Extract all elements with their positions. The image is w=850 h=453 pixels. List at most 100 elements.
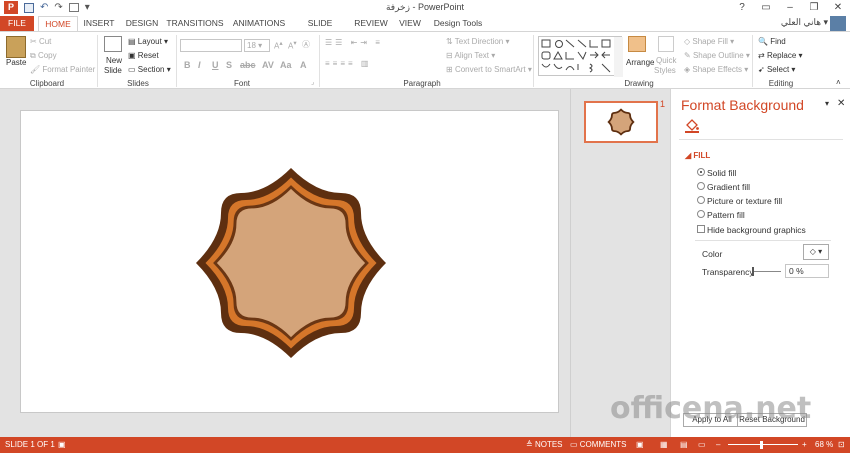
font-dialog-launcher[interactable]: ⌟ — [311, 78, 314, 86]
radio-pattern-fill[interactable] — [697, 210, 705, 218]
pane-title: Format Background — [681, 97, 804, 113]
normal-view-icon[interactable]: ▣ — [636, 440, 644, 449]
tab-view[interactable]: VIEW — [396, 16, 424, 31]
change-case-icon[interactable]: Aa — [280, 60, 292, 70]
notes-button[interactable]: ≜ NOTES — [526, 440, 563, 449]
pane-options-icon[interactable]: ▾ — [825, 99, 829, 108]
paste-button[interactable]: Paste — [6, 58, 26, 67]
list-buttons[interactable]: ☰☰ ⇤⇥ ≡ — [325, 38, 383, 47]
radio-solid-fill[interactable] — [697, 168, 705, 176]
comments-button[interactable]: ▭ COMMENTS — [570, 440, 626, 449]
strikethrough-icon[interactable]: abc — [240, 60, 256, 70]
tab-animations[interactable]: ANIMATIONS — [230, 16, 288, 31]
font-grow-icon[interactable]: A▴ — [274, 39, 283, 51]
fill-tab-paint-bucket-icon[interactable] — [685, 119, 699, 133]
radio-gradient-fill[interactable] — [697, 182, 705, 190]
tab-slide-show[interactable]: SLIDE SHOW — [294, 16, 346, 43]
slideshow-view-icon[interactable]: ▭ — [698, 440, 706, 449]
option-picture-fill[interactable]: Picture or texture fill — [707, 196, 782, 206]
user-name[interactable]: هاني العلي ▾ — [781, 17, 828, 28]
section-button[interactable]: ▭ Section ▾ — [128, 65, 171, 74]
save-icon[interactable] — [24, 2, 34, 13]
slide-thumbnail[interactable] — [584, 101, 658, 143]
ribbon-display-button[interactable]: ▭ — [754, 0, 778, 16]
undo-icon[interactable]: ↶ — [40, 2, 48, 14]
clear-format-icon[interactable]: Ⓐ — [302, 39, 310, 50]
tab-insert[interactable]: INSERT — [80, 16, 118, 31]
layout-button[interactable]: ▤ Layout ▾ — [128, 37, 168, 46]
cut-button[interactable]: ✂ Cut — [30, 37, 51, 46]
zoom-level[interactable]: 68 % — [815, 440, 833, 449]
close-button[interactable]: ✕ — [826, 0, 850, 16]
zoom-out-icon[interactable]: – — [716, 440, 720, 449]
reset-button[interactable]: ▣ Reset — [128, 51, 159, 60]
text-direction-button[interactable]: ⇅ Text Direction ▾ — [446, 37, 510, 46]
hide-graphics-label[interactable]: Hide background graphics — [707, 225, 806, 235]
minimize-button[interactable]: – — [778, 0, 802, 16]
new-slide-label-2[interactable]: Slide — [104, 66, 122, 75]
tab-design[interactable]: DESIGN — [122, 16, 162, 31]
hide-graphics-checkbox[interactable] — [697, 225, 705, 233]
tab-review[interactable]: REVIEW — [354, 16, 388, 31]
underline-icon[interactable]: U — [212, 60, 219, 70]
avatar[interactable] — [830, 16, 846, 32]
quick-styles-label-2[interactable]: Styles — [654, 66, 676, 75]
zoom-in-icon[interactable]: + — [802, 440, 807, 449]
option-gradient-fill[interactable]: Gradient fill — [707, 182, 750, 192]
transparency-slider-thumb[interactable] — [752, 267, 754, 276]
tab-file[interactable]: FILE — [0, 16, 34, 31]
transparency-label: Transparency — [702, 267, 754, 277]
find-button[interactable]: 🔍 Find — [758, 37, 786, 46]
select-button[interactable]: ➹ Select ▾ — [758, 65, 795, 74]
arrange-button[interactable]: Arrange — [626, 58, 654, 67]
transparency-input[interactable]: 0 % — [785, 264, 829, 278]
zoom-slider-thumb[interactable] — [760, 441, 763, 449]
bold-icon[interactable]: B — [184, 60, 191, 70]
customize-qat-icon[interactable]: ▾ — [85, 2, 90, 14]
redo-icon[interactable]: ↷ — [54, 2, 62, 14]
decorative-frame-shape[interactable] — [21, 111, 560, 414]
shape-effects-button[interactable]: ◈ Shape Effects ▾ — [684, 65, 748, 74]
font-size-field[interactable]: 18 ▾ — [244, 39, 270, 52]
shape-outline-button[interactable]: ✎ Shape Outline ▾ — [684, 51, 750, 60]
tab-home[interactable]: HOME — [38, 16, 78, 32]
slide-sorter-icon[interactable]: ▦ — [660, 440, 668, 449]
format-painter-button[interactable]: 🖌 Format Painter — [30, 65, 95, 74]
shapes-gallery[interactable] — [538, 36, 623, 77]
reading-view-icon[interactable]: ▤ — [680, 440, 688, 449]
color-picker-button[interactable]: ◇ ▾ — [803, 244, 829, 260]
tab-transitions[interactable]: TRANSITIONS — [166, 16, 224, 31]
color-label: Color — [702, 249, 723, 259]
zoom-slider[interactable] — [728, 444, 798, 445]
group-divider — [533, 35, 534, 87]
help-button[interactable]: ? — [730, 0, 754, 16]
restore-button[interactable]: ❐ — [802, 0, 826, 16]
align-text-button[interactable]: ⊟ Align Text ▾ — [446, 51, 495, 60]
fit-slide-icon[interactable]: ⊡ — [838, 440, 845, 449]
convert-smartart-button[interactable]: ⊞ Convert to SmartArt ▾ — [446, 65, 532, 74]
slide-canvas[interactable] — [20, 110, 559, 413]
shape-fill-button[interactable]: ◇ Shape Fill ▾ — [684, 37, 734, 46]
slideshow-icon[interactable] — [68, 3, 79, 12]
transparency-slider[interactable] — [753, 271, 781, 272]
copy-button[interactable]: ⧉ Copy — [30, 51, 57, 61]
radio-picture-fill[interactable] — [697, 196, 705, 204]
font-name-field[interactable] — [180, 39, 242, 52]
shadow-icon[interactable]: S — [226, 60, 232, 70]
font-color-icon[interactable]: A — [300, 60, 307, 70]
pane-close-icon[interactable]: ✕ — [837, 98, 845, 109]
new-slide-label-1[interactable]: New — [106, 56, 122, 65]
group-divider — [97, 35, 98, 87]
option-solid-fill[interactable]: Solid fill — [707, 168, 736, 178]
spelling-icon[interactable]: ▣ — [58, 440, 66, 449]
spacing-icon[interactable]: AV — [262, 60, 274, 70]
italic-icon[interactable]: I — [198, 60, 201, 70]
font-shrink-icon[interactable]: A▾ — [288, 39, 297, 51]
option-pattern-fill[interactable]: Pattern fill — [707, 210, 745, 220]
align-buttons[interactable]: ≡≡≡≡ ▥ — [325, 59, 371, 68]
quick-styles-label-1[interactable]: Quick — [656, 56, 676, 65]
replace-button[interactable]: ⇄ Replace ▾ — [758, 51, 803, 60]
tab-design-tools[interactable]: Design Tools — [432, 16, 484, 31]
fill-section-header[interactable]: ◢ FILL — [685, 151, 710, 160]
collapse-ribbon-icon[interactable]: ˄ — [836, 78, 841, 87]
